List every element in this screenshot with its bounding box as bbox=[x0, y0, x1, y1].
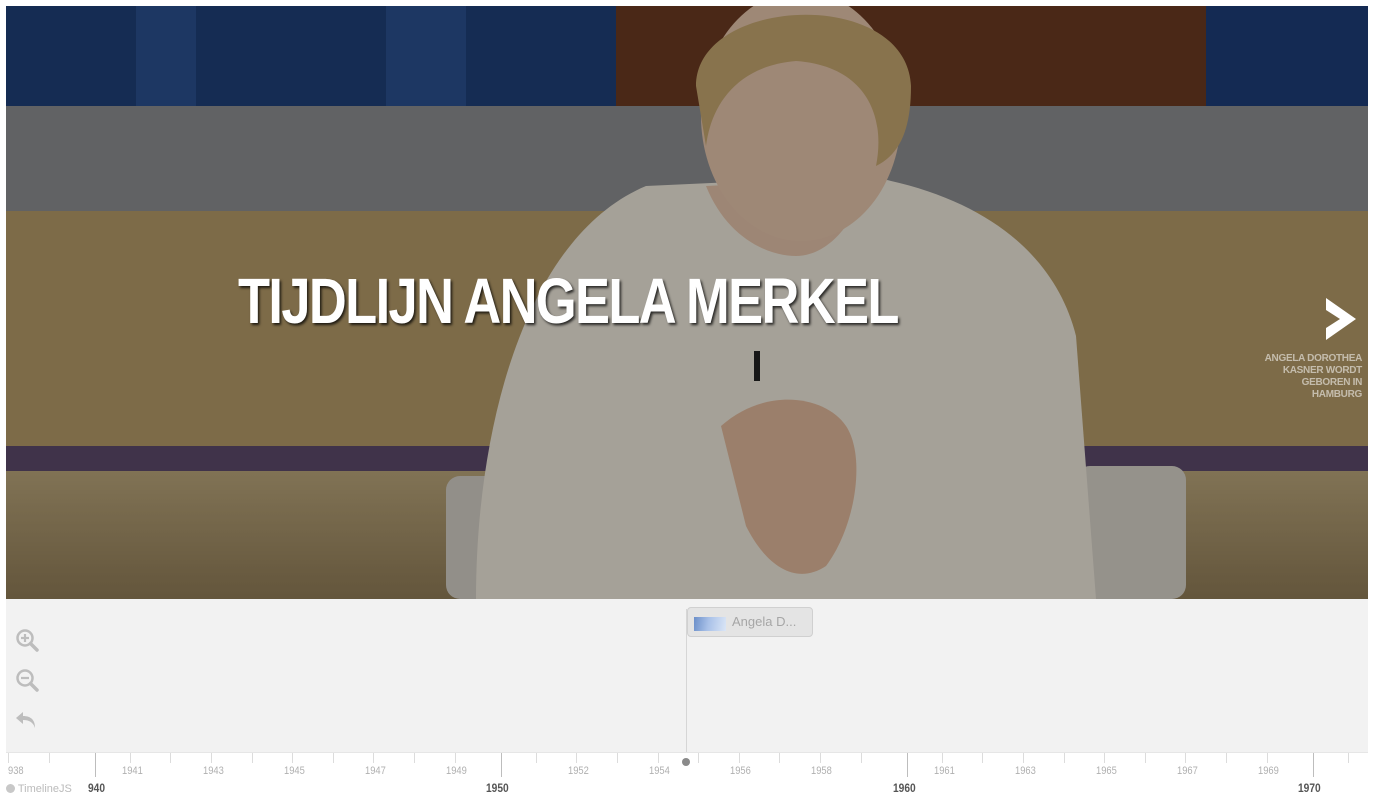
axis-major-tick bbox=[1313, 753, 1314, 777]
axis-major-tick bbox=[501, 753, 502, 777]
axis-minor-tick bbox=[942, 753, 943, 763]
axis-minor-tick bbox=[861, 753, 862, 763]
back-to-start-button[interactable] bbox=[14, 707, 44, 737]
marker-thumbnail bbox=[694, 617, 726, 631]
axis-minor-year: 1965 bbox=[1096, 765, 1117, 777]
axis-minor-tick bbox=[292, 753, 293, 763]
zoom-in-icon bbox=[16, 629, 39, 652]
axis-major-tick bbox=[95, 753, 96, 777]
back-to-start-icon bbox=[16, 712, 35, 728]
axis-minor-tick bbox=[1064, 753, 1065, 763]
axis-minor-tick bbox=[698, 753, 699, 763]
axis-minor-tick bbox=[658, 753, 659, 763]
axis-minor-tick bbox=[1104, 753, 1105, 763]
zoom-in-button[interactable] bbox=[14, 627, 44, 657]
axis-minor-tick bbox=[1145, 753, 1146, 763]
axis-minor-year: 1952 bbox=[568, 765, 589, 777]
axis-major-tick bbox=[907, 753, 908, 777]
chevron-right-icon bbox=[1322, 296, 1358, 342]
timelinejs-brand[interactable]: TimelineJS bbox=[6, 783, 72, 795]
brand-label: TimelineJS bbox=[17, 783, 72, 795]
axis-minor-tick bbox=[576, 753, 577, 763]
axis-minor-tick bbox=[252, 753, 253, 763]
axis-minor-year: 1969 bbox=[1258, 765, 1279, 777]
axis-minor-tick bbox=[414, 753, 415, 763]
axis-minor-year: 1943 bbox=[203, 765, 224, 777]
axis-minor-tick bbox=[1267, 753, 1268, 763]
axis-major-year: 1950 bbox=[486, 781, 509, 795]
axis-minor-year: 1954 bbox=[649, 765, 670, 777]
axis-minor-tick bbox=[820, 753, 821, 763]
axis-minor-tick bbox=[1226, 753, 1227, 763]
axis-minor-tick bbox=[333, 753, 334, 763]
axis-minor-year: 1945 bbox=[284, 765, 305, 777]
axis-minor-year: 1967 bbox=[1177, 765, 1198, 777]
current-position-dot bbox=[682, 758, 690, 766]
zoom-out-button[interactable] bbox=[14, 667, 44, 697]
axis-minor-tick bbox=[779, 753, 780, 763]
axis-minor-year: 1941 bbox=[122, 765, 143, 777]
next-slide-caption-line: KASNER WORDT bbox=[1282, 365, 1362, 376]
next-slide-caption: ANGELA DOROTHEA KASNER WORDT GEBOREN IN … bbox=[1242, 353, 1363, 401]
marker-label: Angela D... bbox=[732, 614, 797, 629]
next-slide-button[interactable]: ANGELA DOROTHEA KASNER WORDT GEBOREN IN … bbox=[1242, 296, 1362, 401]
axis-minor-year: 938 bbox=[8, 765, 24, 777]
next-slide-caption-line: HAMBURG bbox=[1311, 389, 1362, 400]
axis-minor-year: 1961 bbox=[934, 765, 955, 777]
axis-minor-year: 1947 bbox=[365, 765, 386, 777]
timeline-marker[interactable]: Angela D... bbox=[687, 607, 813, 637]
next-slide-caption-line: ANGELA DOROTHEA bbox=[1264, 353, 1363, 364]
timeline-embed: TIJDLIJN ANGELA MERKEL ANGELA DOROTHEA K… bbox=[6, 6, 1368, 802]
timelinejs-logo-icon bbox=[6, 784, 15, 793]
timeline-nav: Angela D... TimelineJS 938 1941 1943 1945 19… bbox=[6, 599, 1368, 802]
axis-minor-tick bbox=[455, 753, 456, 763]
axis-minor-tick bbox=[49, 753, 50, 763]
axis-minor-tick bbox=[536, 753, 537, 763]
slide-hero: TIJDLIJN ANGELA MERKEL ANGELA DOROTHEA K… bbox=[6, 6, 1368, 599]
axis-minor-tick bbox=[1348, 753, 1349, 763]
slide-title: TIJDLIJN ANGELA MERKEL bbox=[238, 265, 899, 337]
axis-minor-tick bbox=[211, 753, 212, 763]
axis-major-year: 1960 bbox=[893, 781, 916, 795]
axis-minor-tick bbox=[8, 753, 9, 763]
axis-minor-year: 1956 bbox=[730, 765, 751, 777]
axis-minor-tick bbox=[982, 753, 983, 763]
next-slide-caption-line: GEBOREN IN bbox=[1301, 377, 1363, 388]
axis-minor-year: 1958 bbox=[811, 765, 832, 777]
axis-minor-year: 1963 bbox=[1015, 765, 1036, 777]
zoom-out-icon bbox=[16, 669, 39, 692]
axis-minor-tick bbox=[130, 753, 131, 763]
axis-minor-tick bbox=[739, 753, 740, 763]
axis-minor-tick bbox=[1023, 753, 1024, 763]
axis-minor-tick bbox=[617, 753, 618, 763]
axis-minor-tick bbox=[170, 753, 171, 763]
axis-major-year: 1970 bbox=[1298, 781, 1321, 795]
axis-minor-tick bbox=[373, 753, 374, 763]
axis-minor-year: 1949 bbox=[446, 765, 467, 777]
axis-minor-tick bbox=[1185, 753, 1186, 763]
axis-major-year: 940 bbox=[88, 781, 106, 795]
